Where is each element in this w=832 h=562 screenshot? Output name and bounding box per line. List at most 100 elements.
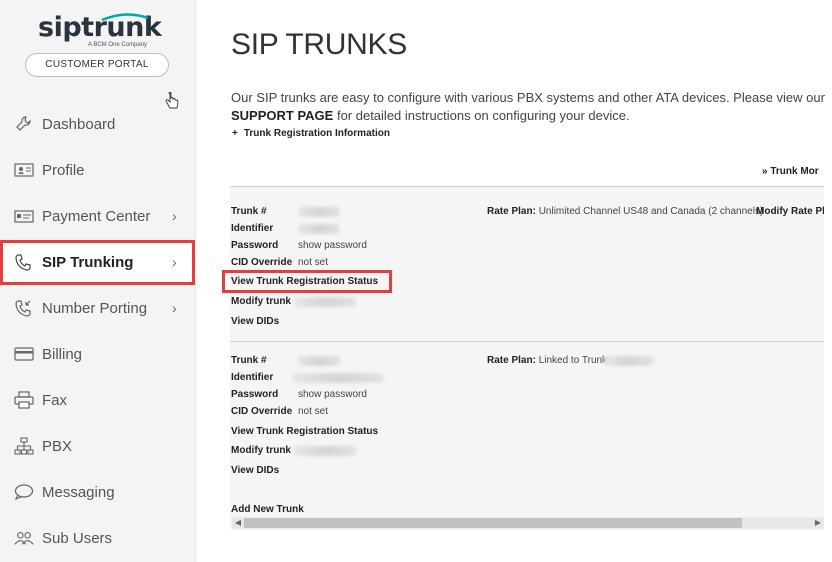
sidebar-item-billing[interactable]: Billing	[0, 335, 196, 373]
trunk-registration-info-toggle[interactable]: + Trunk Registration Information	[232, 128, 390, 139]
horizontal-scrollbar[interactable]: ◀ ▶	[232, 517, 824, 529]
pbx-icon	[14, 436, 34, 456]
modify-trunk-link[interactable]: Modify trunk	[231, 445, 291, 456]
logo-swoosh-icon	[101, 13, 149, 22]
page-title: SIP TRUNKS	[231, 28, 407, 61]
sidebar-item-messaging[interactable]: Messaging	[0, 473, 196, 511]
cid-override-value: not set	[298, 257, 328, 268]
link-text: Add New Trunk	[231, 504, 304, 515]
cid-value-text: not set	[298, 406, 329, 417]
sidebar: siptrunk A BCM One Company CUSTOMER PORT…	[0, 0, 196, 562]
cid-override-row: CID Override	[231, 406, 292, 417]
redacted-value	[292, 373, 384, 383]
redacted-value	[298, 356, 340, 366]
modify-trunk-link[interactable]: Modify trunk	[231, 296, 291, 307]
trunk-number-row: Trunk #	[231, 206, 267, 217]
sidebar-item-sub-users[interactable]: Sub Users	[0, 519, 196, 557]
show-password-link[interactable]: show password	[298, 240, 367, 251]
sidebar-item-number-porting[interactable]: Number Porting ›	[0, 289, 196, 327]
cid-value-text: not set	[298, 257, 329, 268]
identifier-row: Identifier	[231, 372, 273, 383]
rate-plan-value: Linked to Trunk	[538, 355, 608, 366]
scroll-left-icon[interactable]: ◀	[232, 517, 244, 529]
field-label: CID Override	[231, 257, 293, 268]
link-text: View Trunk Registration Status	[231, 426, 379, 437]
show-password-link[interactable]: show password	[298, 389, 367, 400]
scroll-right-icon[interactable]: ▶	[812, 517, 824, 529]
view-dids-link[interactable]: View DIDs	[231, 465, 279, 476]
sidebar-item-label: Sub Users	[42, 529, 113, 547]
sidebar-item-label: Profile	[42, 161, 85, 179]
trunk-more-link[interactable]: » Trunk Mor	[762, 166, 819, 177]
field-label: Identifier	[231, 223, 274, 234]
field-label: CID Override	[231, 406, 293, 417]
field-label: Identifier	[231, 372, 274, 383]
field-label: Trunk #	[231, 206, 267, 217]
link-text: View DIDs	[231, 316, 280, 327]
sidebar-item-label: Fax	[42, 391, 68, 409]
credit-card-icon	[14, 344, 34, 364]
plus-icon: +	[232, 128, 238, 139]
sidebar-item-label: Number Porting	[42, 299, 148, 317]
sidebar-item-payment-center[interactable]: Payment Center ›	[0, 197, 196, 235]
field-label: Rate Plan:	[487, 355, 536, 366]
view-trunk-registration-status-link[interactable]: View Trunk Registration Status	[231, 426, 378, 437]
siptrunk-logo[interactable]: siptrunk A BCM One Company	[38, 12, 162, 52]
scrollbar-thumb[interactable]	[244, 518, 742, 528]
intro-text: Our SIP trunks are easy to configure wit…	[231, 89, 831, 125]
trunk-number-row: Trunk #	[231, 355, 267, 366]
support-page-link[interactable]: SUPPORT PAGE	[231, 108, 333, 123]
logo-sip: sip	[38, 12, 82, 43]
show-password-text: show password	[298, 240, 367, 251]
sidebar-item-label: Billing	[42, 345, 83, 363]
identifier-row: Identifier	[231, 223, 273, 234]
wrench-icon	[14, 114, 34, 134]
sidebar-item-label: Messaging	[42, 483, 115, 501]
modify-rate-plan-link[interactable]: Modify Rate Pl	[756, 206, 824, 217]
intro-line-2: for detailed instructions on configuring…	[333, 108, 630, 123]
trunk-divider	[230, 341, 824, 342]
add-new-trunk-link[interactable]: Add New Trunk	[231, 504, 304, 515]
sidebar-item-profile[interactable]: Profile	[0, 151, 196, 189]
sidebar-item-label: Dashboard	[42, 115, 116, 133]
highlight-box-sip-trunking	[0, 240, 195, 285]
phone-porting-icon	[14, 298, 34, 318]
view-dids-link[interactable]: View DIDs	[231, 316, 279, 327]
intro-line-1: Our SIP trunks are easy to configure wit…	[231, 90, 825, 105]
redacted-value	[294, 446, 356, 456]
field-label: Password	[231, 240, 279, 251]
sidebar-item-fax[interactable]: Fax	[0, 381, 196, 419]
cid-override-row: CID Override	[231, 257, 292, 268]
rate-plan-value: Unlimited Channel US48 and Canada (2 cha…	[538, 206, 764, 217]
chat-icon	[14, 482, 34, 502]
rate-plan-row: Rate Plan: Unlimited Channel US48 and Ca…	[487, 206, 763, 217]
logo-tagline: A BCM One Company	[88, 42, 148, 48]
password-row: Password	[231, 389, 278, 400]
redacted-value	[294, 297, 356, 307]
sidebar-item-label: PBX	[42, 437, 73, 455]
customer-portal-button[interactable]: CUSTOMER PORTAL	[25, 53, 169, 77]
link-text: Modify trunk	[231, 445, 291, 456]
sidebar-item-pbx[interactable]: PBX	[0, 427, 196, 465]
field-label: Password	[231, 389, 279, 400]
chevron-right-icon: ›	[172, 208, 177, 224]
redacted-value	[604, 356, 654, 366]
link-text: Modify trunk	[231, 296, 291, 307]
link-text: Modify Rate Pl	[756, 206, 824, 217]
chevron-right-icon: ›	[172, 300, 177, 316]
sidebar-item-dashboard[interactable]: Dashboard	[0, 105, 196, 143]
show-password-text: show password	[298, 389, 367, 400]
link-text: View DIDs	[231, 465, 280, 476]
field-label: Trunk #	[231, 355, 267, 366]
sidebar-item-label: Payment Center	[42, 207, 151, 225]
fax-icon	[14, 390, 34, 410]
users-icon	[14, 528, 34, 548]
redacted-value	[298, 224, 340, 234]
cid-override-value: not set	[298, 406, 328, 417]
rate-plan-row: Rate Plan: Linked to Trunk	[487, 355, 607, 366]
id-card-icon	[14, 160, 34, 180]
password-row: Password	[231, 240, 278, 251]
payment-icon	[14, 206, 34, 226]
highlight-box-registration-status	[222, 270, 392, 293]
redacted-value	[298, 207, 340, 217]
